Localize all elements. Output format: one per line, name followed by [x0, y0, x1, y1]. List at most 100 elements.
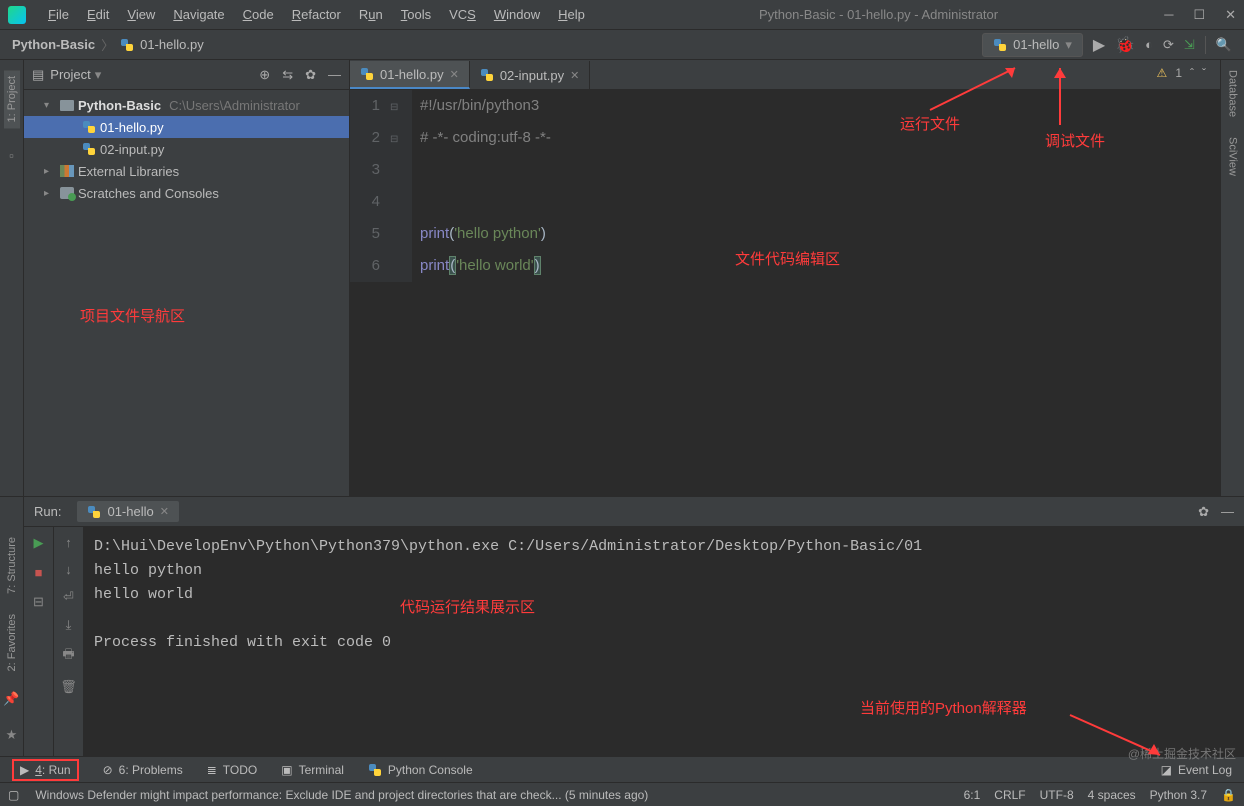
editor-tab-01-hello[interactable]: 01-hello.py ✕: [350, 61, 470, 89]
tree-project-root[interactable]: ▾ Python-Basic C:\Users\Administrator: [24, 94, 349, 116]
delete-icon[interactable]: 🗑: [60, 679, 77, 695]
status-indent[interactable]: 4 spaces: [1088, 788, 1136, 802]
status-toggle-icon[interactable]: ▢: [8, 788, 19, 802]
tool-terminal-button[interactable]: ▣ Terminal: [281, 763, 344, 777]
run-header: Run: 01-hello ✕ ✿ —: [24, 497, 1244, 527]
editor-tabs: 01-hello.py ✕ 02-input.py ✕: [350, 60, 1220, 90]
left-tool-strip-bottom: 7: Structure 2: Favorites 📌 ★: [0, 497, 24, 756]
hide-run-icon[interactable]: —: [1221, 504, 1234, 520]
run-sidebar-secondary: ↑ ↓ ⏎ ⤓ 🖶 🗑: [54, 527, 84, 756]
run-output[interactable]: D:\Hui\DevelopEnv\Python\Python379\pytho…: [84, 527, 1244, 756]
tool-problems-button[interactable]: ⊘ 6: Problems: [103, 763, 183, 777]
folder-icon: [60, 100, 74, 111]
attach-button[interactable]: ⇲: [1184, 37, 1195, 53]
settings-icon[interactable]: ✿: [305, 67, 316, 83]
tree-external-libs[interactable]: ▸ External Libraries: [24, 160, 349, 182]
print-icon[interactable]: 🖶: [62, 645, 74, 667]
coverage-button[interactable]: ◐: [1145, 37, 1153, 52]
tool-window-bar: ▶ 4: Run ⊘ 6: Problems ≣ TODO ▣ Terminal…: [0, 756, 1244, 782]
bookmarks-icon[interactable]: ▫: [9, 148, 14, 163]
profile-button[interactable]: ⟳: [1163, 37, 1174, 53]
python-file-icon: [82, 120, 96, 134]
down-icon[interactable]: ↓: [65, 562, 72, 577]
main-menu: File Edit View Navigate Code Refactor Ru…: [40, 4, 593, 25]
hide-icon[interactable]: —: [328, 67, 341, 83]
app-logo: [8, 6, 26, 24]
next-highlight-icon[interactable]: ˇ: [1202, 66, 1206, 80]
structure-tool-tab[interactable]: 7: Structure: [6, 537, 18, 594]
scroll-icon[interactable]: ⤓: [66, 617, 72, 633]
rerun-button[interactable]: ▶: [34, 535, 44, 551]
search-button[interactable]: 🔍: [1216, 37, 1232, 53]
favorites-tool-tab[interactable]: 2: Favorites: [6, 614, 18, 671]
prev-highlight-icon[interactable]: ˆ: [1190, 66, 1194, 80]
close-tab-icon[interactable]: ✕: [570, 69, 579, 82]
run-settings-icon[interactable]: ✿: [1198, 504, 1209, 520]
close-run-tab-icon[interactable]: ✕: [160, 505, 169, 518]
breadcrumb-root[interactable]: Python-Basic: [12, 37, 95, 52]
project-panel-title[interactable]: Project ▾: [50, 67, 101, 83]
expand-icon[interactable]: ⇆: [282, 67, 293, 83]
status-position[interactable]: 6:1: [964, 788, 981, 802]
menu-vcs[interactable]: VCS: [441, 4, 484, 25]
status-message[interactable]: Windows Defender might impact performanc…: [35, 788, 947, 802]
code-content[interactable]: #!/usr/bin/python3 # -*- coding:utf-8 -*…: [412, 90, 551, 282]
tool-eventlog-button[interactable]: ◪ Event Log: [1161, 763, 1232, 777]
python-file-icon: [480, 68, 494, 82]
maximize-button[interactable]: ☐: [1193, 7, 1205, 23]
menu-navigate[interactable]: Navigate: [165, 4, 232, 25]
close-tab-icon[interactable]: ✕: [450, 68, 459, 81]
stop-button[interactable]: ■: [35, 565, 43, 580]
python-icon: [993, 38, 1007, 52]
run-title: Run:: [34, 504, 61, 519]
status-encoding[interactable]: UTF-8: [1040, 788, 1074, 802]
tool-todo-button[interactable]: ≣ TODO: [207, 763, 258, 777]
project-view-icon: ▤: [32, 67, 44, 83]
python-icon: [87, 505, 101, 519]
project-tool-tab[interactable]: 1: Project: [4, 70, 20, 128]
tree-file-02-input[interactable]: 02-input.py: [24, 138, 349, 160]
debug-button[interactable]: 🐞: [1115, 35, 1135, 55]
run-sidebar-primary: ▶ ■ ⊟: [24, 527, 54, 756]
window-title: Python-Basic - 01-hello.py - Administrat…: [593, 7, 1164, 22]
wrap-icon[interactable]: ⏎: [63, 589, 74, 605]
sciview-tool-tab[interactable]: SciView: [1227, 137, 1239, 176]
menu-help[interactable]: Help: [550, 4, 593, 25]
python-file-icon: [82, 142, 96, 156]
layout-button[interactable]: ⊟: [33, 594, 44, 610]
tree-file-01-hello[interactable]: 01-hello.py: [24, 116, 349, 138]
close-button[interactable]: ✕: [1225, 7, 1236, 23]
inspection-badge[interactable]: ⚠ 1 ˆ ˇ: [1157, 66, 1206, 80]
up-icon[interactable]: ↑: [65, 535, 72, 550]
menu-window[interactable]: Window: [486, 4, 548, 25]
status-line-separator[interactable]: CRLF: [994, 788, 1025, 802]
star-icon[interactable]: ★: [6, 727, 18, 743]
python-file-icon: [360, 67, 374, 81]
database-tool-tab[interactable]: Database: [1227, 70, 1239, 117]
python-file-icon: [120, 38, 134, 52]
breadcrumb-file[interactable]: 01-hello.py: [140, 37, 204, 52]
pin-icon[interactable]: 📌: [3, 691, 19, 707]
menu-code[interactable]: Code: [235, 4, 282, 25]
bottom-panel: 7: Structure 2: Favorites 📌 ★ Run: 01-he…: [0, 496, 1244, 756]
menu-refactor[interactable]: Refactor: [284, 4, 349, 25]
tree-scratches[interactable]: ▸ Scratches and Consoles: [24, 182, 349, 204]
minimize-button[interactable]: ─: [1164, 7, 1173, 23]
editor-tab-02-input[interactable]: 02-input.py ✕: [470, 61, 591, 89]
menu-file[interactable]: File: [40, 4, 77, 25]
run-tab[interactable]: 01-hello ✕: [77, 501, 178, 522]
tool-python-console-button[interactable]: Python Console: [368, 763, 473, 777]
gutter-fold: ⊟⊟: [390, 90, 412, 282]
status-interpreter[interactable]: Python 3.7: [1150, 788, 1207, 802]
menu-edit[interactable]: Edit: [79, 4, 117, 25]
menu-tools[interactable]: Tools: [393, 4, 439, 25]
code-editor[interactable]: 123456 ⊟⊟ #!/usr/bin/python3 # -*- codin…: [350, 90, 1220, 282]
library-icon: [60, 165, 74, 177]
status-lock-icon[interactable]: 🔒: [1221, 788, 1236, 802]
tool-run-button[interactable]: ▶ 4: Run: [12, 759, 79, 781]
locate-icon[interactable]: ⊕: [259, 67, 270, 83]
run-button[interactable]: ▶: [1093, 35, 1105, 55]
menu-view[interactable]: View: [119, 4, 163, 25]
run-config-selector[interactable]: 01-hello ▾: [982, 33, 1083, 57]
menu-run[interactable]: Run: [351, 4, 391, 25]
